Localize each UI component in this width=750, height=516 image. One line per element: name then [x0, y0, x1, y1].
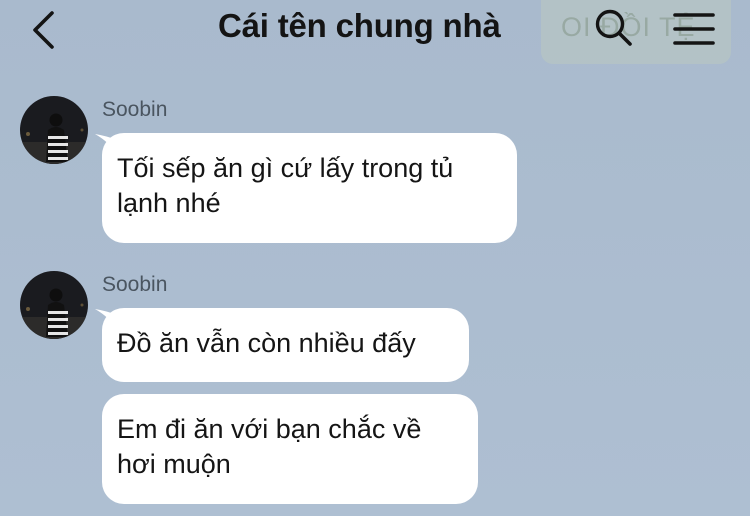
avatar[interactable] — [20, 96, 88, 164]
chat-screen: OI ĐỒI TỆ Cái tên chung nhà Soobin Tối s… — [0, 0, 750, 516]
message-text: Em đi ăn với bạn chắc về hơi muộn — [117, 414, 422, 479]
avatar-photo — [20, 96, 88, 164]
back-button[interactable] — [22, 8, 66, 52]
message-bubble[interactable]: Đồ ăn vẫn còn nhiều đấy — [102, 308, 469, 382]
search-button[interactable] — [594, 8, 634, 48]
avatar[interactable] — [20, 271, 88, 339]
chat-header: OI ĐỒI TỆ Cái tên chung nhà — [0, 0, 750, 66]
search-icon — [595, 9, 632, 46]
menu-button[interactable] — [672, 10, 716, 48]
chevron-left-icon — [33, 11, 54, 49]
message-text: Đồ ăn vẫn còn nhiều đấy — [117, 328, 416, 358]
avatar-photo — [20, 271, 88, 339]
message-text: Tối sếp ăn gì cứ lấy trong tủ lạnh nhé — [117, 153, 454, 218]
hamburger-menu-icon — [673, 13, 715, 45]
sender-name: Soobin — [102, 273, 168, 296]
message-bubble[interactable]: Tối sếp ăn gì cứ lấy trong tủ lạnh nhé — [102, 133, 517, 243]
sender-name: Soobin — [102, 98, 168, 121]
chat-title: Cái tên chung nhà — [218, 7, 501, 44]
message-bubble[interactable]: Em đi ăn với bạn chắc về hơi muộn — [102, 394, 478, 504]
